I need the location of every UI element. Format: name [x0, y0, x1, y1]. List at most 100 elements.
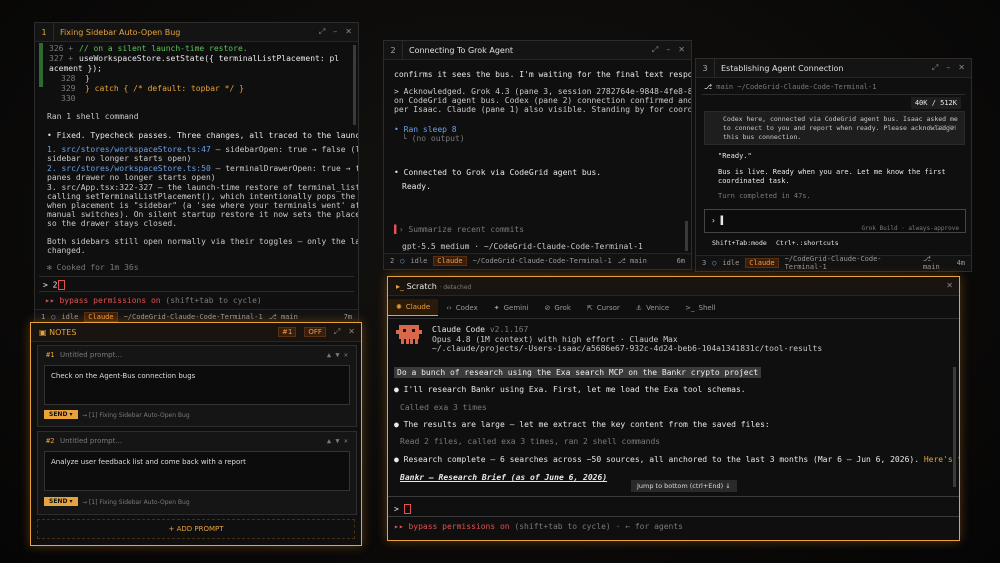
minimize-icon[interactable]: –	[333, 27, 337, 37]
prompt-input[interactable]: > 2	[43, 280, 66, 290]
expand-icon[interactable]: ⤢	[319, 27, 325, 37]
change-text: when placement is "sidebar" (a 'see wher…	[47, 201, 358, 210]
notes-panel[interactable]: ▣ NOTES #1 OFF ⤢ ✕ #1 Untitled prompt... …	[30, 322, 362, 546]
pane-title: Fixing Sidebar Auto-Open Bug	[60, 27, 181, 37]
scrollbar[interactable]	[953, 367, 956, 487]
note-card-1[interactable]: #1 Untitled prompt... ▲ ▼ ✕ Check on the…	[37, 345, 357, 427]
response-line: ● Research complete — 6 searches across …	[394, 455, 959, 464]
message-bubble: Codex here, connected via CodeGrid agent…	[704, 111, 965, 145]
scratch-title-bar[interactable]: ▸_ Scratch · detached ✕	[388, 277, 959, 296]
pin-icon[interactable]: ⤢	[334, 327, 340, 337]
tab-venice[interactable]: ⚓ Venice	[628, 299, 677, 316]
code-line: acement });	[49, 64, 102, 73]
code-line: useWorkspaceStore.setState({ terminalLis…	[79, 54, 340, 63]
cursor-icon: ⇱	[586, 303, 593, 312]
output-line: on CodeGrid agent bus. Codex (pane 2) co…	[394, 96, 692, 105]
suggestion-input[interactable]: ▌› Summarize recent commits	[394, 225, 524, 234]
file-ref[interactable]: 1. src/stores/workspaceStore.ts:47	[47, 145, 211, 154]
notes-badge[interactable]: #1	[278, 327, 297, 337]
fixed-summary: • Fixed. Typecheck passes. Three changes…	[47, 131, 358, 140]
note-textarea[interactable]: Check on the Agent-Bus connection bugs	[44, 365, 350, 405]
code-icon: ‹›	[446, 303, 452, 312]
expand-icon[interactable]: ⤢	[932, 63, 938, 73]
file-ref[interactable]: 2. src/stores/workspaceStore.ts:50	[47, 164, 211, 173]
send-button[interactable]: SEND ▾	[44, 497, 78, 506]
close-icon[interactable]: ✕	[958, 63, 965, 73]
git-branch: ⎇ main	[922, 255, 940, 271]
minimize-icon[interactable]: –	[666, 45, 670, 55]
summary-text: changed.	[47, 246, 86, 255]
terminal-pane-2[interactable]: 2 Connecting To Grok Agent ⤢ – ✕ confirms …	[383, 40, 692, 270]
grok-icon: ⊘	[544, 303, 551, 312]
output-line: confirms it sees the bus. I'm waiting fo…	[394, 70, 691, 79]
pane-number: 3	[696, 59, 715, 77]
claude-mascot-icon	[396, 325, 422, 344]
change-text: calling setTerminalListPlacement(), whic…	[47, 192, 358, 201]
close-icon[interactable]: ✕	[345, 27, 352, 37]
notes-title-bar[interactable]: ▣ NOTES #1 OFF ⤢ ✕	[31, 323, 361, 342]
agent-chip[interactable]: Claude	[745, 258, 779, 268]
agent-chip[interactable]: Claude	[84, 312, 118, 322]
tab-claude[interactable]: ✺ Claude	[388, 299, 439, 316]
scratch-panel[interactable]: ▸_ Scratch · detached ✕ ✺ Claude ‹› Codex …	[387, 276, 960, 541]
duration-text: ✻ Cooked for 1m 36s	[47, 263, 139, 272]
pane-title-bar[interactable]: 3 Establishing Agent Connection ⤢ – ✕	[696, 59, 971, 78]
terminal-pane-1[interactable]: 1 Fixing Sidebar Auto-Open Bug ⤢ – ✕ 326 +…	[34, 22, 359, 324]
tab-grok[interactable]: ⊘ Grok	[537, 299, 579, 316]
terminal-pane-3[interactable]: 3 Establishing Agent Connection ⤢ – ✕ ⎇ ma…	[695, 58, 972, 272]
shell-icon: >_	[685, 303, 695, 312]
change-text: sidebar no longer starts open)	[47, 154, 192, 163]
note-controls[interactable]: ▲ ▼ ✕	[327, 437, 348, 445]
chat-input[interactable]: › ▌ Grok Build · always-approve	[704, 209, 966, 233]
pane-title-bar[interactable]: 2 Connecting To Grok Agent ⤢ – ✕	[384, 41, 691, 60]
expand-icon[interactable]: ⤢	[652, 45, 658, 55]
send-button[interactable]: SEND ▾	[44, 410, 78, 419]
claude-icon: ✺	[396, 303, 402, 311]
note-title[interactable]: Untitled prompt...	[60, 351, 122, 359]
close-icon[interactable]: ✕	[946, 281, 953, 290]
status-bar: 2 ○ idle Claude ~/CodeGrid-Claude-Code-Te…	[384, 253, 691, 268]
scrollbar[interactable]	[353, 45, 356, 125]
tab-gemini[interactable]: ✦ Gemini	[486, 299, 537, 316]
note-title[interactable]: Untitled prompt...	[60, 437, 122, 445]
pane-title: Establishing Agent Connection	[721, 63, 844, 73]
notes-toggle[interactable]: OFF	[304, 327, 326, 337]
user-message: Do a bunch of research using the Exa sea…	[394, 367, 762, 378]
bypass-mode[interactable]: ▸▸ bypass permissions on	[394, 522, 510, 531]
diff-marker	[39, 43, 43, 87]
venice-icon: ⚓	[635, 303, 643, 312]
agent-chip[interactable]: Claude	[433, 256, 467, 266]
response-line: ● I'll research Bankr using Exa. First, …	[394, 385, 746, 394]
minimize-icon[interactable]: –	[946, 63, 950, 73]
shell-summary: Ran 1 shell command	[47, 112, 139, 121]
send-target: → [1] Fixing Sidebar Auto-Open Bug	[82, 412, 190, 419]
elapsed-time: 4m	[956, 259, 965, 267]
cwd-path: ~/CodeGrid-Claude-Code-Terminal-1	[784, 255, 882, 271]
prompt-input[interactable]: >	[394, 504, 411, 514]
tab-codex[interactable]: ‹› Codex	[438, 299, 486, 316]
research-brief-title: Bankr — Research Brief (as of June 6, 20…	[400, 473, 608, 482]
pane-title-bar[interactable]: 1 Fixing Sidebar Auto-Open Bug ⤢ – ✕	[35, 23, 358, 42]
jump-to-bottom-button[interactable]: Jump to bottom (ctrl+End) ↓	[631, 480, 737, 492]
tab-shell[interactable]: >_ Shell	[677, 299, 723, 316]
note-textarea[interactable]: Analyze user feedback list and come back…	[44, 451, 350, 491]
idle-status: idle	[722, 259, 740, 267]
code-line: // on a silent launch-time restore.	[79, 44, 248, 53]
pane-title: Connecting To Grok Agent	[409, 45, 514, 55]
add-prompt-button[interactable]: + ADD PROMPT	[37, 519, 355, 539]
note-card-2[interactable]: #2 Untitled prompt... ▲ ▼ ✕ Analyze user…	[37, 431, 357, 515]
tab-cursor[interactable]: ⇱ Cursor	[579, 299, 628, 316]
close-icon[interactable]: ✕	[678, 45, 685, 55]
cwd-path: ~/CodeGrid-Claude-Code-Terminal-1	[123, 313, 263, 321]
change-text: so the drawer stays closed.	[47, 219, 178, 228]
note-controls[interactable]: ▲ ▼ ✕	[327, 351, 348, 359]
token-counter: 40K / 512K	[910, 97, 961, 109]
bypass-mode[interactable]: ▸▸ bypass permissions on	[45, 296, 161, 305]
tool-summary: Read 2 files, called exa 3 times, ran 2 …	[400, 437, 661, 446]
git-branch: ⎇ main	[268, 313, 298, 321]
shortcut-hint: Ctrl+.:shortcuts	[776, 239, 839, 247]
output-line: Ready.	[402, 182, 431, 191]
scrollbar[interactable]	[685, 221, 688, 251]
close-icon[interactable]: ✕	[348, 327, 355, 337]
scratch-title: ▸_ Scratch · detached	[396, 281, 472, 291]
